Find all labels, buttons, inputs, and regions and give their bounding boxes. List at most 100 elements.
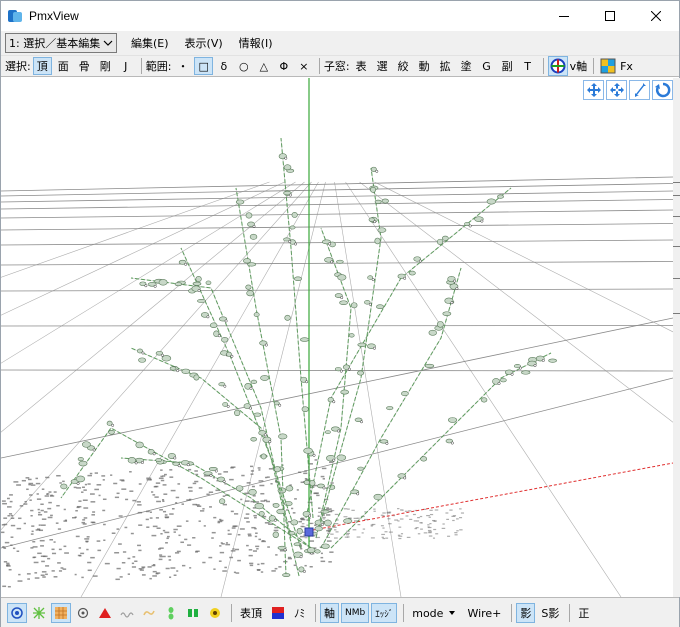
soft-body-display-toggle[interactable] bbox=[205, 603, 225, 623]
shadow-speck bbox=[7, 515, 10, 517]
mode-select[interactable]: 1: 選択／基本編集 bbox=[5, 33, 117, 53]
material-display-toggle[interactable] bbox=[51, 603, 71, 623]
shadow-speck bbox=[322, 478, 325, 480]
menu-view[interactable]: 表示(V) bbox=[183, 33, 225, 53]
fx-toggle[interactable] bbox=[598, 56, 618, 76]
child-filter-button[interactable]: 絞 bbox=[394, 57, 413, 75]
menu-edit[interactable]: 編集(E) bbox=[129, 33, 171, 53]
close-button[interactable] bbox=[633, 1, 679, 31]
bone-node bbox=[347, 367, 351, 371]
shadow-speck bbox=[127, 573, 131, 575]
leaf bbox=[296, 527, 303, 535]
leaf bbox=[235, 199, 245, 205]
child-sub-button[interactable]: 副 bbox=[498, 57, 517, 75]
range-clear-button[interactable]: × bbox=[295, 57, 313, 75]
shadow-speck bbox=[198, 487, 203, 489]
normal-display-toggle[interactable] bbox=[29, 603, 49, 623]
shadow-speck bbox=[428, 535, 433, 537]
vertex-display-toggle[interactable] bbox=[7, 603, 27, 623]
select-rigid-button[interactable]: 剛 bbox=[96, 57, 115, 75]
axis-button[interactable]: 軸 bbox=[320, 603, 339, 623]
shadow-speck bbox=[155, 482, 161, 484]
range-circle-button[interactable]: ○ bbox=[235, 57, 253, 75]
ortho-button[interactable]: 正 bbox=[574, 603, 593, 623]
rigid-display-toggle[interactable] bbox=[161, 603, 181, 623]
shadow-speck bbox=[121, 488, 127, 490]
shadow-speck bbox=[347, 508, 350, 510]
shadow-speck bbox=[80, 552, 85, 555]
range-rect-button[interactable]: □ bbox=[194, 57, 213, 75]
select-joint-button[interactable]: J bbox=[117, 57, 135, 75]
surface-vertex-button[interactable]: 表頂 bbox=[236, 603, 266, 623]
shadow-speck bbox=[187, 544, 192, 546]
menu-info[interactable]: 情報(I) bbox=[237, 33, 275, 53]
shadow-speck bbox=[239, 528, 245, 530]
title-bar[interactable]: PmxView bbox=[1, 1, 679, 31]
s-shadow-button[interactable]: S影 bbox=[537, 603, 563, 623]
shadow-speck bbox=[300, 547, 303, 550]
bone-node bbox=[368, 302, 372, 306]
shadow-speck bbox=[296, 489, 299, 491]
shadow-speck bbox=[334, 523, 339, 525]
select-bone-button[interactable]: 骨 bbox=[75, 57, 94, 75]
range-delta-button[interactable]: δ bbox=[215, 57, 233, 75]
shadow-speck bbox=[1, 500, 6, 502]
wire-button[interactable]: Wire+ bbox=[463, 603, 505, 623]
shadow-speck bbox=[397, 534, 401, 536]
bone-node bbox=[223, 384, 227, 388]
child-scale-button[interactable]: 拡 bbox=[436, 57, 455, 75]
leaf bbox=[408, 270, 416, 276]
shadow-speck bbox=[164, 514, 168, 516]
child-paint-button[interactable]: 塗 bbox=[457, 57, 476, 75]
range-triangle-button[interactable]: △ bbox=[255, 57, 273, 75]
select-vertex-button[interactable]: 頂 bbox=[32, 57, 52, 75]
shadow-speck bbox=[371, 523, 376, 526]
move-view-button[interactable] bbox=[583, 80, 604, 100]
rotate-view-button[interactable] bbox=[652, 80, 673, 100]
move-xy-button[interactable] bbox=[606, 80, 627, 100]
shadow-speck bbox=[102, 509, 106, 512]
shadow-speck bbox=[41, 560, 45, 563]
shadow-speck bbox=[62, 480, 65, 483]
shadow-speck bbox=[257, 563, 260, 566]
shadow-speck bbox=[415, 527, 419, 529]
3d-viewport[interactable] bbox=[1, 78, 673, 597]
leaf bbox=[235, 485, 244, 492]
morph-display-toggle[interactable] bbox=[139, 603, 159, 623]
color-toggle[interactable] bbox=[268, 603, 288, 623]
child-move-button[interactable]: 動 bbox=[415, 57, 434, 75]
scene-canvas[interactable] bbox=[1, 78, 673, 597]
point-display-toggle[interactable] bbox=[73, 603, 93, 623]
minimize-button[interactable] bbox=[541, 1, 587, 31]
child-t-button[interactable]: T bbox=[519, 57, 537, 75]
v-axis-toggle[interactable] bbox=[547, 56, 568, 76]
nmb-button[interactable]: NMb bbox=[341, 603, 370, 623]
bone-node bbox=[332, 458, 336, 462]
edge-button[interactable]: ｴｯｼﾞ bbox=[371, 603, 398, 623]
nomi-button[interactable]: ﾉﾐ bbox=[290, 603, 309, 623]
shadow-speck bbox=[159, 509, 163, 511]
child-g-button[interactable]: G bbox=[478, 57, 496, 75]
leaf bbox=[278, 433, 288, 440]
range-point-button[interactable]: ・ bbox=[173, 57, 192, 75]
child-table-button[interactable]: 表 bbox=[352, 57, 371, 75]
mode-dropdown[interactable]: mode bbox=[408, 603, 461, 623]
bone-display-toggle[interactable] bbox=[95, 603, 115, 623]
shadow-speck bbox=[58, 570, 63, 572]
wave-display-toggle[interactable] bbox=[117, 603, 137, 623]
select-face-button[interactable]: 面 bbox=[54, 57, 73, 75]
zoom-button[interactable] bbox=[629, 80, 650, 100]
shadow-speck bbox=[81, 491, 84, 493]
shadow-button[interactable]: 影 bbox=[516, 603, 536, 623]
child-select-button[interactable]: 選 bbox=[373, 57, 392, 75]
shadow-speck bbox=[83, 489, 87, 491]
window-controls bbox=[541, 1, 679, 31]
shadow-speck bbox=[64, 519, 68, 522]
shadow-speck bbox=[322, 518, 326, 520]
joint-display-toggle[interactable] bbox=[183, 603, 203, 623]
maximize-button[interactable] bbox=[587, 1, 633, 31]
menu-bar: 1: 選択／基本編集 編集(E) 表示(V) 情報(I) bbox=[1, 31, 679, 55]
plant-stem bbox=[305, 187, 512, 519]
shadow-speck bbox=[164, 516, 169, 519]
range-phi-button[interactable]: Φ bbox=[275, 57, 293, 75]
